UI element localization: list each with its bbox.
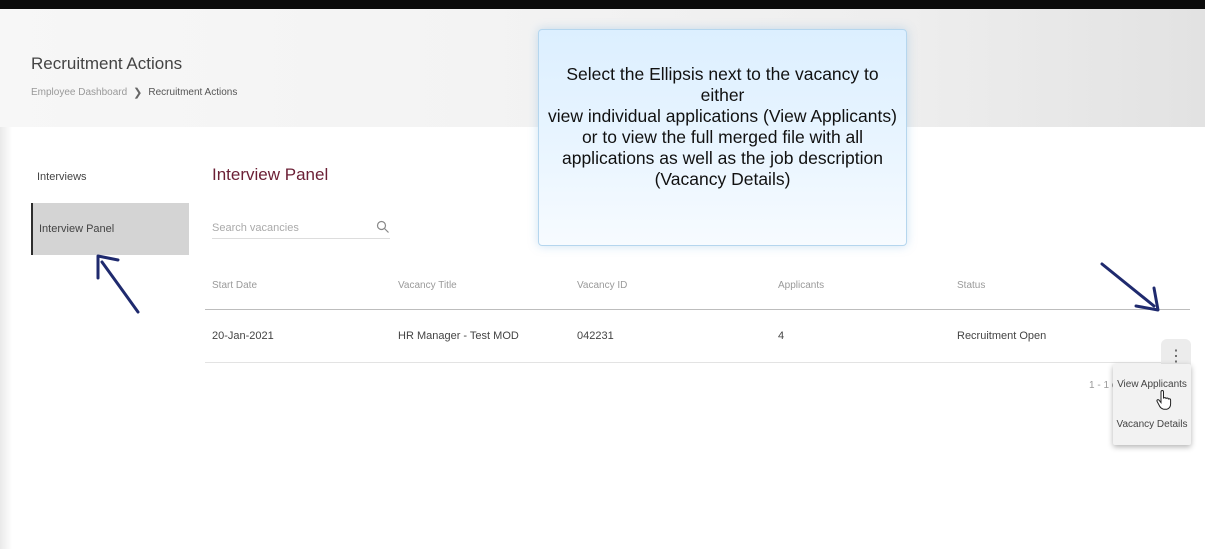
callout-line: or to view the full merged file with all: [581, 127, 864, 147]
cell-applicants: 4: [778, 330, 785, 342]
search-field: [212, 218, 390, 239]
column-header-start-date[interactable]: Start Date: [212, 280, 257, 291]
callout-line: applications as well as the job descript…: [561, 148, 883, 168]
table-header-divider: [205, 309, 1190, 310]
annotation-arrow-icon: [96, 254, 140, 314]
sidebar-item-label: Interview Panel: [39, 223, 115, 235]
breadcrumb-home-link[interactable]: Employee Dashboard: [31, 87, 127, 98]
cell-vacancy-id: 042231: [577, 330, 614, 342]
ellipsis-vertical-icon: ⋮: [1168, 348, 1184, 365]
breadcrumb-current: Recruitment Actions: [148, 87, 238, 98]
sidebar-item-interviews[interactable]: Interviews: [31, 151, 189, 203]
sidebar-item-label: Interviews: [37, 171, 87, 183]
chevron-right-icon: ❯: [133, 87, 143, 99]
panel-title: Interview Panel: [212, 165, 329, 184]
breadcrumb: Employee Dashboard ❯ Recruitment Actions: [31, 86, 237, 99]
column-header-status[interactable]: Status: [957, 280, 985, 291]
column-header-applicants[interactable]: Applicants: [778, 280, 824, 291]
column-header-vacancy-id[interactable]: Vacancy ID: [577, 280, 627, 291]
search-icon[interactable]: [376, 220, 390, 234]
table-row-divider: [205, 362, 1190, 363]
column-header-vacancy-title[interactable]: Vacancy Title: [398, 280, 457, 291]
menu-item-view-applicants[interactable]: View Applicants: [1113, 364, 1191, 404]
callout-line: (Vacancy Details): [654, 169, 791, 189]
cell-vacancy-title: HR Manager - Test MOD: [398, 330, 519, 342]
left-edge-shadow: [0, 127, 12, 549]
row-actions-menu: View Applicants Vacancy Details: [1113, 364, 1191, 445]
menu-item-vacancy-details[interactable]: Vacancy Details: [1113, 404, 1191, 444]
search-input[interactable]: [212, 219, 362, 237]
top-bar: [0, 0, 1205, 9]
cell-status: Recruitment Open: [957, 330, 1047, 342]
cell-start-date: 20-Jan-2021: [212, 330, 274, 342]
hand-cursor-icon: [1156, 390, 1172, 410]
callout-line: view individual applications (View Appli…: [548, 106, 897, 126]
instruction-callout: Select the Ellipsis next to the vacancy …: [538, 29, 907, 246]
page-title: Recruitment Actions: [31, 54, 183, 73]
annotation-arrow-icon: [1100, 262, 1160, 312]
callout-line: Select the Ellipsis next to the vacancy …: [566, 64, 879, 105]
